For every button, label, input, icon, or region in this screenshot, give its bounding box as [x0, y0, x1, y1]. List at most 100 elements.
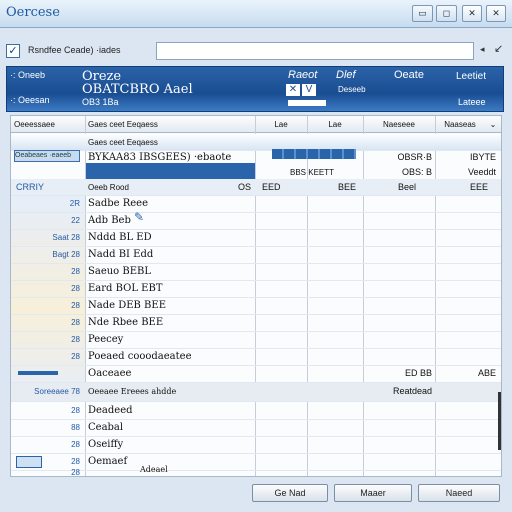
table-row[interactable]	[11, 264, 501, 281]
banner-caption: OB3 1Ba	[82, 97, 119, 107]
row-number: 88	[71, 423, 80, 432]
row-number: Bagt 28	[52, 250, 80, 259]
row-value-1: BEE	[338, 182, 357, 192]
banner-left-line-1: ·: Oneeb	[10, 70, 46, 80]
address-input[interactable]	[156, 42, 474, 60]
cancel-button[interactable]: Naeed	[418, 484, 500, 502]
header-banner	[6, 66, 504, 112]
finish-button[interactable]: Maaer	[334, 484, 412, 502]
row-code: Oemaef	[88, 456, 128, 467]
column-header-1[interactable]: Oeeessaee	[11, 116, 85, 133]
vertical-scrollbar[interactable]	[498, 392, 501, 450]
row-value-2: IBYTE	[469, 152, 496, 162]
row-mid: BBS KEETT	[290, 168, 335, 177]
table-row[interactable]	[11, 179, 501, 196]
column-header-4[interactable]: Lae	[307, 116, 363, 133]
row-indicator	[18, 371, 58, 375]
address-label: Rsndfee Ceade) ·iades	[28, 45, 121, 55]
table-row[interactable]	[11, 332, 501, 349]
banner-col-1: Raeot	[288, 69, 318, 81]
table-row[interactable]	[11, 230, 501, 247]
row-value-2: Beel	[398, 182, 417, 192]
column-header-3[interactable]: Lae	[255, 116, 307, 133]
column-header-2[interactable]: Gaes ceet Eeqaess	[85, 116, 255, 133]
table-row-selected[interactable]	[86, 163, 255, 180]
row-code: Oaceaee	[88, 368, 132, 379]
row-value-3: EEE	[470, 182, 489, 192]
row-number: 28	[71, 318, 80, 327]
table-row[interactable]	[11, 420, 501, 437]
banner-col-2: Dlef	[336, 69, 356, 81]
table-row[interactable]	[11, 403, 501, 420]
table-row[interactable]	[11, 437, 501, 454]
banner-col-3: Oeate	[394, 69, 424, 81]
row-value-1: OBSR·B	[397, 152, 432, 162]
back-icon[interactable]: ◂	[480, 44, 485, 55]
table-row[interactable]	[11, 247, 501, 264]
row-code: Adb Beb	[88, 215, 131, 226]
row-number: 28	[71, 352, 80, 361]
filter-input[interactable]: Oeabeaes ·eaeeb	[14, 150, 80, 162]
edit-icon[interactable]: ✎	[134, 210, 144, 224]
next-button[interactable]: Ge Nad	[252, 484, 328, 502]
row-code: Eard BOL EBT	[88, 283, 163, 294]
banner-col-4: Leetiet	[456, 71, 487, 82]
group-value: Reatdead	[392, 386, 432, 396]
row-code: Ceabal	[88, 422, 124, 433]
row-code: Deadeed	[88, 405, 133, 416]
row-code: Peecey	[88, 334, 124, 345]
banner-left-line-2: ·: Oeesan	[10, 95, 50, 105]
row-number: 28	[71, 301, 80, 310]
minimize-button[interactable]: ▭	[412, 5, 433, 22]
row-mid: OS	[238, 182, 252, 192]
table-row[interactable]	[11, 196, 501, 213]
banner-icons: ✕ V	[286, 84, 330, 98]
row-code: Sadbe Reee	[88, 198, 148, 209]
row-code: Nde Rbee BEE	[88, 317, 164, 328]
row-code: Nddd BL ED	[88, 232, 152, 243]
banner-col-4-sub: Lateee	[458, 97, 486, 107]
restore-icon[interactable]: ✕	[462, 5, 482, 22]
row-code: Nadd BI Edd	[88, 249, 154, 260]
table-row[interactable]	[11, 213, 501, 230]
row-number: 28	[71, 468, 80, 477]
row-code: Saeuo BEBL	[88, 266, 152, 277]
row-value-2: Veeddt	[467, 167, 496, 177]
row-code: Oseiffy	[88, 439, 124, 450]
table-row[interactable]	[11, 349, 501, 366]
chevron-down-icon[interactable]: ⌄	[485, 116, 501, 133]
row-code: Oeeb Rood	[88, 183, 129, 192]
close-button[interactable]: ✕	[486, 5, 506, 22]
group-label: Soreeaee 78	[34, 387, 80, 396]
table-row[interactable]	[11, 315, 501, 332]
table-row[interactable]	[11, 134, 501, 151]
row-value-1: OBS: B	[401, 167, 432, 177]
row-title: Gaes ceet Eeqaess	[88, 138, 158, 147]
window-title: Oercese	[6, 5, 60, 20]
table-row[interactable]	[11, 454, 501, 471]
banner-mini-label: Deseeb	[338, 85, 366, 94]
checkbox-icon[interactable]: ✓	[6, 44, 20, 58]
column-header-5[interactable]: Naeseee	[363, 116, 435, 133]
row-code: Nade DEB BEE	[88, 300, 167, 311]
row-code: Adeael	[140, 465, 168, 474]
row-code: Poeaed cooodaeatee	[88, 351, 192, 362]
table-row[interactable]	[11, 298, 501, 315]
progress-strip	[272, 149, 356, 159]
cursor-icon: ↙	[494, 43, 504, 55]
row-label: CRRIY	[16, 182, 45, 192]
close-icon[interactable]: ✕	[286, 84, 300, 96]
row-number: 2R	[69, 199, 80, 208]
row-number: 28	[71, 440, 80, 449]
group-code: Oeeaee Ereees ahdde	[88, 387, 177, 396]
maximize-button[interactable]: ◻	[436, 5, 457, 22]
banner-subheading: OBATCBRO Aael	[82, 82, 193, 97]
banner-bar	[288, 100, 326, 106]
row-number: Saat 28	[52, 233, 80, 242]
check-icon[interactable]: V	[302, 84, 316, 96]
table-row[interactable]	[11, 281, 501, 298]
row-number: 22	[71, 216, 80, 225]
row-number: 28	[71, 284, 80, 293]
row-value-2: ABE	[477, 368, 496, 378]
column-header-6[interactable]: Naaseas	[435, 116, 485, 133]
